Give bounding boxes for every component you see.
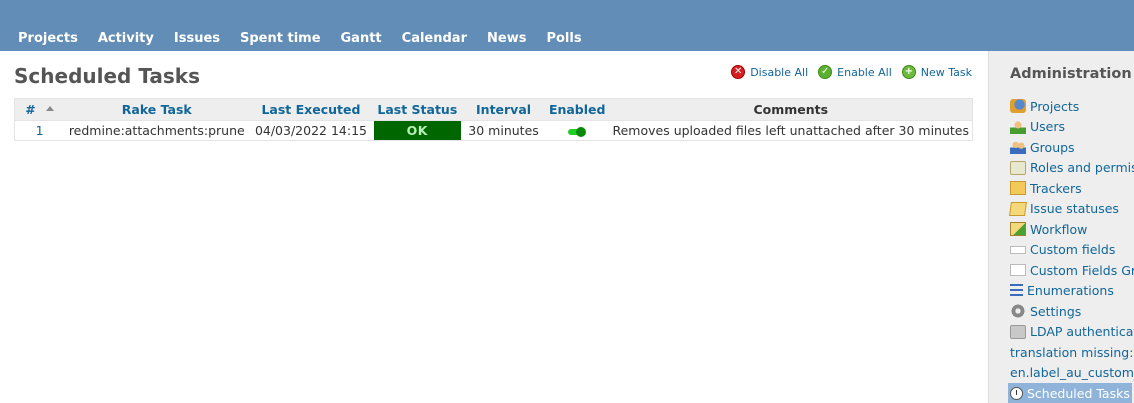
sidebar-item-label[interactable]: Issue statuses: [1030, 201, 1119, 216]
sidebar-item-translation-missing[interactable]: translation missing:: [1010, 342, 1134, 363]
column-header-id-label: #: [25, 102, 36, 117]
sidebar-item-issue-statuses[interactable]: Issue statuses: [1009, 199, 1134, 220]
scheduled-tasks-table: # Rake Task Last Executed Last Status In…: [14, 98, 973, 141]
table-row: 1 redmine:attachments:prune 04/03/2022 1…: [14, 120, 973, 141]
sidebar-item-ldap[interactable]: LDAP authenticat: [1010, 322, 1134, 343]
main-menu: Projects Activity Issues Spent time Gant…: [8, 27, 592, 48]
column-header-last-executed[interactable]: Last Executed: [249, 98, 373, 121]
sidebar-item-settings[interactable]: Settings: [1010, 301, 1134, 322]
projects-icon: [1010, 99, 1026, 114]
main-content: Scheduled Tasks ✕ Disable All ✓ Enable A…: [0, 51, 988, 403]
sidebar-item-projects[interactable]: Projects: [1010, 96, 1134, 117]
sidebar-item-label[interactable]: Settings: [1030, 304, 1081, 319]
clock-icon: [1010, 386, 1023, 400]
enable-all-button[interactable]: ✓ Enable All: [818, 65, 892, 79]
sidebar-item-label[interactable]: Enumerations: [1027, 283, 1114, 298]
sidebar-item-custom-field-groups[interactable]: Custom Fields Gro: [1010, 260, 1134, 281]
custom-field-icon: [1010, 245, 1026, 254]
column-header-interval[interactable]: Interval: [462, 98, 545, 121]
sidebar-item-label[interactable]: translation missing:: [1010, 345, 1133, 360]
toggle-knob: [576, 126, 587, 137]
sidebar-item-label[interactable]: Custom Fields Gro: [1030, 263, 1134, 278]
sidebar-item-custom-fields[interactable]: Custom fields: [1010, 240, 1134, 261]
group-icon: [1010, 140, 1026, 155]
sidebar: Administration Projects Users Groups Rol…: [988, 51, 1134, 403]
roles-icon: [1010, 160, 1026, 175]
last-executed-cell: 04/03/2022 14:15: [249, 120, 373, 141]
sidebar-item-workflow[interactable]: Workflow: [1010, 219, 1134, 240]
enabled-cell: [544, 120, 610, 141]
sidebar-item-groups[interactable]: Groups: [1010, 137, 1134, 158]
sidebar-item-label[interactable]: Projects: [1030, 99, 1079, 114]
cross-icon: ✕: [731, 65, 746, 79]
tab-spent-time[interactable]: Spent time: [230, 27, 331, 48]
sidebar-item-label-au-custom[interactable]: en.label_au_custom_: [1010, 363, 1134, 384]
task-id-link[interactable]: 1: [36, 123, 44, 138]
server-key-icon: [1010, 324, 1026, 339]
new-task-label: New Task: [920, 65, 972, 79]
task-id-cell: 1: [14, 120, 65, 141]
enable-all-label: Enable All: [837, 65, 892, 79]
sidebar-item-label[interactable]: LDAP authenticat: [1030, 324, 1134, 339]
last-status-cell: OK: [372, 120, 463, 141]
page-title: Scheduled Tasks: [14, 64, 200, 88]
contextual-actions: ✕ Disable All ✓ Enable All + New Task: [731, 65, 972, 79]
disable-all-label: Disable All: [750, 65, 809, 79]
tab-projects[interactable]: Projects: [8, 27, 88, 48]
sidebar-item-label[interactable]: Custom fields: [1030, 242, 1115, 257]
sidebar-item-scheduled-tasks[interactable]: Scheduled Tasks: [1008, 383, 1132, 403]
sort-ascending-icon: [45, 106, 54, 111]
column-header-id[interactable]: #: [14, 98, 65, 121]
list-icon: [1010, 283, 1023, 298]
check-icon: ✓: [818, 65, 833, 79]
sidebar-item-label[interactable]: Users: [1030, 119, 1065, 134]
sidebar-item-roles[interactable]: Roles and permis: [1010, 158, 1134, 179]
sidebar-title: Administration: [1010, 66, 1132, 82]
tab-activity[interactable]: Activity: [88, 27, 164, 48]
toggle-on-icon[interactable]: [568, 126, 587, 137]
sidebar-item-trackers[interactable]: Trackers: [1010, 178, 1134, 199]
workflow-icon: [1010, 222, 1026, 237]
tab-issues[interactable]: Issues: [164, 27, 230, 48]
column-header-rake-task[interactable]: Rake Task: [64, 98, 250, 121]
tracker-icon: [1010, 181, 1026, 196]
plus-icon: +: [901, 65, 916, 79]
sidebar-item-label[interactable]: Groups: [1030, 140, 1075, 155]
tab-polls[interactable]: Polls: [536, 27, 591, 48]
tab-news[interactable]: News: [477, 27, 536, 48]
sidebar-item-label[interactable]: Trackers: [1030, 181, 1082, 196]
sidebar-item-label[interactable]: Workflow: [1030, 222, 1087, 237]
disable-all-button[interactable]: ✕ Disable All: [731, 65, 808, 79]
comments-cell: Removes uploaded files left unattached a…: [609, 120, 973, 141]
sidebar-item-enumerations[interactable]: Enumerations: [1010, 281, 1134, 302]
custom-field-group-icon: [1010, 264, 1026, 277]
column-header-last-status[interactable]: Last Status: [372, 98, 463, 121]
top-menu-bar: Projects Activity Issues Spent time Gant…: [0, 0, 1134, 51]
column-header-enabled[interactable]: Enabled: [544, 98, 610, 121]
issue-status-icon: [1009, 201, 1027, 216]
sidebar-item-users[interactable]: Users: [1010, 117, 1134, 138]
admin-menu: Projects Users Groups Roles and permis T…: [1008, 96, 1134, 403]
sidebar-item-label[interactable]: en.label_au_custom_: [1010, 365, 1134, 380]
tab-gantt[interactable]: Gantt: [331, 27, 392, 48]
sidebar-item-label[interactable]: Scheduled Tasks: [1027, 386, 1130, 401]
column-header-comments: Comments: [609, 98, 973, 121]
gear-icon: [1010, 304, 1026, 319]
rake-task-cell: redmine:attachments:prune: [64, 120, 250, 141]
sidebar-item-label[interactable]: Roles and permis: [1030, 160, 1134, 175]
tab-calendar[interactable]: Calendar: [392, 27, 477, 48]
new-task-button[interactable]: + New Task: [901, 65, 972, 79]
user-icon: [1010, 119, 1026, 134]
table-header-row: # Rake Task Last Executed Last Status In…: [14, 98, 973, 121]
interval-cell: 30 minutes: [462, 120, 545, 141]
status-ok-badge: OK: [373, 121, 461, 140]
